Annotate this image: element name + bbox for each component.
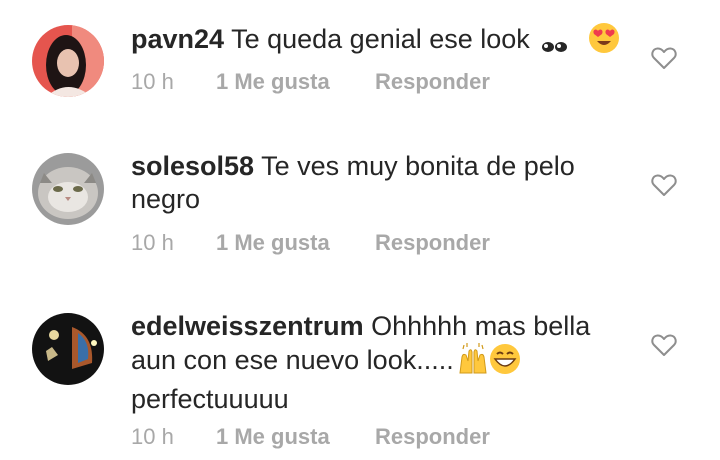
grinning-face-icon: [489, 343, 521, 383]
reply-button[interactable]: Responder: [375, 69, 490, 95]
likes-count[interactable]: 1 Me gusta: [216, 230, 330, 256]
comment-body-continued: perfectuuuuu: [131, 384, 289, 414]
likes-count[interactable]: 1 Me gusta: [216, 69, 330, 95]
heart-eyes-icon: [588, 22, 620, 62]
eyes-icon: [540, 29, 570, 62]
comment-body: Te queda genial ese look: [231, 24, 530, 54]
heart-outline-icon[interactable]: [651, 333, 677, 357]
comment-text: edelweisszentrum Ohhhhh mas bella aun co…: [131, 310, 631, 416]
avatar[interactable]: [32, 25, 104, 97]
reply-button[interactable]: Responder: [375, 230, 490, 256]
comment-time: 10 h: [131, 69, 174, 94]
comment-text: pavn24 Te queda genial ese look: [131, 22, 631, 62]
comment-time: 10 h: [131, 424, 174, 449]
comment-username[interactable]: edelweisszentrum: [131, 311, 364, 341]
comment-username[interactable]: solesol58: [131, 151, 254, 181]
reply-button[interactable]: Responder: [375, 424, 490, 450]
heart-outline-icon[interactable]: [651, 46, 677, 70]
comment-time: 10 h: [131, 230, 174, 255]
heart-outline-icon[interactable]: [651, 173, 677, 197]
avatar[interactable]: [32, 313, 104, 385]
raising-hands-icon: [457, 343, 489, 383]
likes-count[interactable]: 1 Me gusta: [216, 424, 330, 450]
comment-text: solesol58 Te ves muy bonita de pelo negr…: [131, 150, 631, 216]
comment-username[interactable]: pavn24: [131, 24, 224, 54]
avatar[interactable]: [32, 153, 104, 225]
